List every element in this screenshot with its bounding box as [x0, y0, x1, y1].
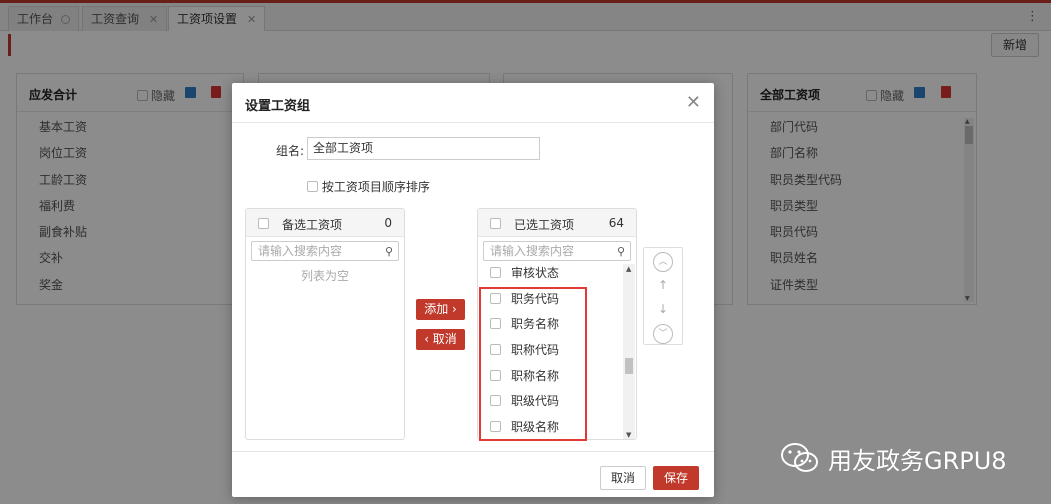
dialog-title: 设置工资组	[245, 99, 311, 114]
move-down-icon[interactable]: ↓	[653, 300, 673, 320]
list-header: 已选工资项 64	[478, 209, 636, 237]
list-title: 已选工资项	[514, 218, 575, 232]
watermark-text: 用友政务GRPU8	[828, 447, 1007, 475]
close-icon[interactable]: ✕	[686, 92, 701, 113]
add-button[interactable]: 添加 ›	[416, 299, 465, 320]
list-item[interactable]: 审核状态	[490, 263, 559, 283]
move-up-icon[interactable]: ↑	[653, 276, 673, 296]
group-name-input[interactable]: 全部工资项	[307, 137, 540, 160]
dialog-footer: 取消 保存	[232, 451, 714, 497]
scrollbar[interactable]: ▲ ▼	[623, 264, 635, 439]
cancel-button[interactable]: 取消	[600, 466, 646, 490]
save-button[interactable]: 保存	[653, 466, 699, 490]
reorder-controls: ︿ ↑ ↓ ﹀	[643, 247, 683, 345]
empty-state: 列表为空	[300, 269, 349, 283]
select-all-checkbox[interactable]	[258, 218, 269, 229]
list-title: 备选工资项	[282, 218, 343, 232]
scroll-up-icon[interactable]: ▲	[626, 265, 631, 273]
sort-label: 按工资项目顺序排序	[321, 180, 430, 194]
search-icon: ⚲	[384, 245, 393, 258]
item-count: 64	[608, 216, 624, 230]
available-items-list: 备选工资项 0 请输入搜索内容 ⚲ 列表为空	[245, 208, 405, 440]
highlight-box	[479, 287, 587, 441]
checkbox[interactable]	[490, 267, 501, 278]
item-count: 0	[384, 216, 392, 230]
list-header: 备选工资项 0	[246, 209, 404, 237]
scroll-thumb[interactable]	[625, 358, 633, 374]
select-all-checkbox[interactable]	[490, 218, 501, 229]
search-input[interactable]: 请输入搜索内容 ⚲	[483, 241, 631, 261]
move-to-top-icon[interactable]: ︿	[653, 252, 673, 272]
move-to-bottom-icon[interactable]: ﹀	[653, 324, 673, 344]
remove-button[interactable]: ‹ 取消	[416, 329, 465, 350]
search-icon: ⚲	[616, 245, 625, 258]
checkbox-icon[interactable]	[307, 181, 318, 192]
wechat-icon	[781, 443, 818, 472]
search-input[interactable]: 请输入搜索内容 ⚲	[251, 241, 399, 261]
sort-by-item-order-checkbox[interactable]: 按工资项目顺序排序	[307, 178, 430, 195]
scroll-down-icon[interactable]: ▼	[626, 431, 631, 439]
dialog-header: 设置工资组 ✕	[232, 83, 714, 123]
set-salary-group-dialog: 设置工资组 ✕ 组名: 全部工资项 按工资项目顺序排序 备选工资项 0 请输入搜…	[232, 83, 714, 497]
group-name-label: 组名:	[276, 144, 305, 158]
